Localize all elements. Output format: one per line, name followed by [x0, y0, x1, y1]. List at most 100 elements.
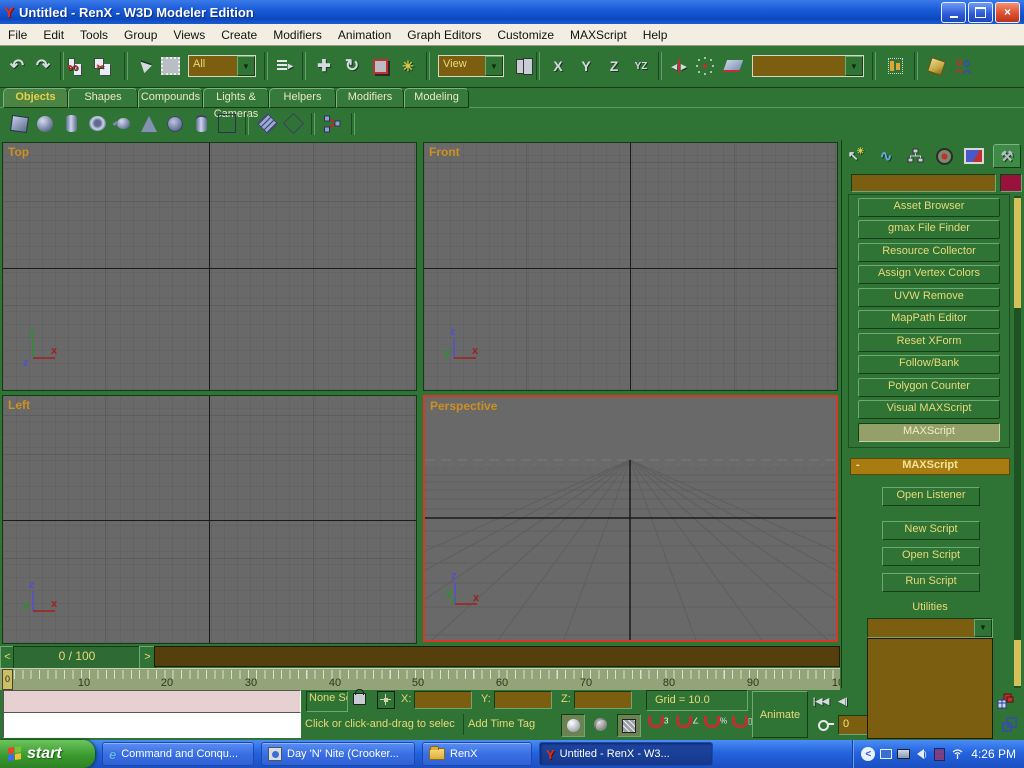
restrict-z-icon[interactable]: Z — [600, 58, 628, 74]
time-slider-thumb[interactable]: 0 — [2, 669, 13, 690]
facet-shading-icon[interactable] — [589, 714, 611, 735]
torus-primitive-icon[interactable] — [84, 112, 110, 136]
listener-white-field[interactable] — [3, 712, 301, 738]
align-icon[interactable] — [718, 60, 748, 72]
menu-maxscript[interactable]: MAXScript — [562, 24, 635, 45]
menu-tools[interactable]: Tools — [72, 24, 116, 45]
tab-compounds[interactable]: Compounds — [138, 88, 203, 108]
select-scale-icon[interactable] — [366, 59, 394, 74]
tri-patch-icon[interactable] — [280, 112, 306, 136]
tab-modeling[interactable]: Modeling — [404, 88, 469, 108]
teapot-primitive-icon[interactable] — [110, 112, 136, 136]
reset-xform-button[interactable]: Reset XForm — [858, 333, 1000, 352]
connect-to-support-icon[interactable] — [950, 58, 976, 75]
select-move-icon[interactable]: ✚ — [310, 56, 338, 76]
close-button[interactable]: × — [995, 2, 1020, 23]
percent-snap-icon[interactable]: % — [704, 716, 727, 731]
chevron-down-icon[interactable]: ▼ — [845, 56, 863, 76]
restore-button[interactable] — [968, 2, 993, 23]
uvw-remove-button[interactable]: UVW Remove — [858, 288, 1000, 307]
motion-tab-icon[interactable] — [933, 146, 955, 166]
y-coord-field[interactable] — [494, 691, 552, 709]
utilities-dropdown[interactable]: ▼ — [867, 618, 993, 638]
angle-snap-icon[interactable]: ∠ — [676, 716, 699, 731]
wireframe-icon[interactable] — [617, 714, 641, 737]
manipulate-icon[interactable]: ✳ — [394, 58, 422, 75]
track-view-icon[interactable] — [880, 58, 910, 74]
utility-name-field[interactable] — [851, 174, 996, 192]
quad-patch-icon[interactable] — [254, 112, 280, 136]
create-tab-icon[interactable]: ↖✳ — [846, 146, 868, 166]
box-primitive-icon[interactable] — [6, 112, 32, 136]
gmax-file-finder-button[interactable]: gmax File Finder — [858, 220, 1000, 239]
rectangular-selection-region-icon[interactable] — [156, 57, 184, 75]
link-icon[interactable]: oo — [68, 61, 94, 71]
chevron-down-icon[interactable]: ▼ — [485, 56, 503, 76]
taskbar-task-renx-folder[interactable]: RenX — [422, 742, 532, 766]
absolute-mode-icon[interactable] — [377, 691, 395, 709]
menu-create[interactable]: Create — [213, 24, 265, 45]
undo-icon[interactable]: ↶ — [4, 56, 30, 76]
resource-collector-button[interactable]: Resource Collector — [858, 243, 1000, 262]
menu-views[interactable]: Views — [165, 24, 213, 45]
key-mode-icon[interactable] — [818, 718, 834, 730]
polygon-counter-button[interactable]: Polygon Counter — [858, 378, 1000, 397]
mirror-icon[interactable]: ◂▸ — [666, 59, 692, 73]
viewport-perspective[interactable]: Perspective z y x — [423, 395, 838, 642]
utilities-tab-icon[interactable]: ⚒ — [993, 144, 1021, 168]
taskbar-task-day-n-nite[interactable]: Day 'N' Nite (Crooker... — [261, 742, 415, 766]
tab-modifiers[interactable]: Modifiers — [336, 88, 404, 108]
add-time-tag[interactable]: Add Time Tag — [468, 714, 558, 735]
viewport-left[interactable]: Left z y x — [2, 395, 417, 644]
hierarchy-tab-icon[interactable] — [904, 146, 926, 166]
media-film-icon[interactable] — [932, 747, 947, 761]
utilities-dropdown-open-list[interactable] — [867, 638, 993, 739]
tab-shapes[interactable]: Shapes — [68, 88, 138, 108]
viewport-front[interactable]: Front z y x — [423, 142, 838, 391]
z-coord-field[interactable] — [574, 691, 632, 709]
tab-objects[interactable]: Objects — [3, 88, 68, 108]
select-by-name-icon[interactable]: ▸ — [272, 60, 298, 72]
run-script-button[interactable]: Run Script — [882, 573, 980, 592]
hide-icons-chevron[interactable]: < — [861, 747, 875, 761]
animate-button[interactable]: Animate — [752, 691, 808, 738]
listener-pink-field[interactable] — [3, 690, 301, 714]
maxscript-button[interactable]: MAXScript — [858, 423, 1000, 442]
smooth-shading-icon[interactable] — [561, 714, 585, 737]
spinner-snap-icon[interactable]: ▯ — [732, 716, 752, 731]
network-status-icon[interactable] — [878, 747, 893, 761]
volume-icon[interactable]: ) — [914, 747, 929, 761]
assign-vertex-colors-button[interactable]: Assign Vertex Colors — [858, 265, 1000, 284]
asset-browser-button[interactable]: Asset Browser — [858, 198, 1000, 217]
maxscript-rollout-header[interactable]: - MAXScript — [850, 458, 1010, 475]
menu-group[interactable]: Group — [116, 24, 165, 45]
menu-customize[interactable]: Customize — [489, 24, 562, 45]
viewport-top[interactable]: Top y z x — [2, 142, 417, 391]
redo-icon[interactable]: ↷ — [30, 56, 56, 76]
go-to-start-button[interactable]: |◀◀ — [812, 692, 830, 710]
menu-help[interactable]: Help — [635, 24, 676, 45]
chevron-down-icon[interactable]: ▼ — [237, 56, 255, 76]
grid-primitive-icon[interactable] — [214, 112, 240, 136]
selection-filter-dropdown[interactable]: All ▼ — [188, 55, 256, 77]
chevron-down-icon[interactable]: ▼ — [974, 619, 992, 637]
restrict-plane-icon[interactable]: YZ — [628, 61, 654, 72]
tab-lights-cameras[interactable]: Lights & Cameras — [203, 88, 269, 108]
color-swatch[interactable] — [1000, 174, 1022, 192]
wireless-icon[interactable] — [950, 747, 965, 761]
unlink-icon[interactable]: ✂ — [94, 61, 120, 72]
menu-file[interactable]: File — [0, 24, 35, 45]
tube-primitive-icon[interactable] — [188, 112, 214, 136]
tab-helpers[interactable]: Helpers — [269, 88, 336, 108]
cone-primitive-icon[interactable] — [136, 112, 162, 136]
taskbar-task-command-and-conquer[interactable]: e Command and Conqu... — [102, 742, 254, 766]
use-center-icon[interactable] — [508, 59, 532, 74]
selection-lock-icon[interactable] — [353, 693, 366, 705]
menu-graph-editors[interactable]: Graph Editors — [399, 24, 489, 45]
new-script-button[interactable]: New Script — [882, 521, 980, 540]
visual-maxscript-button[interactable]: Visual MAXScript — [858, 400, 1000, 419]
rollout-collapse-icon[interactable]: - — [856, 459, 860, 472]
scrollbar-thumb[interactable] — [1014, 198, 1021, 308]
named-selection-sets-dropdown[interactable]: ▼ — [752, 55, 864, 77]
min-max-toggle-icon[interactable] — [998, 714, 1020, 735]
